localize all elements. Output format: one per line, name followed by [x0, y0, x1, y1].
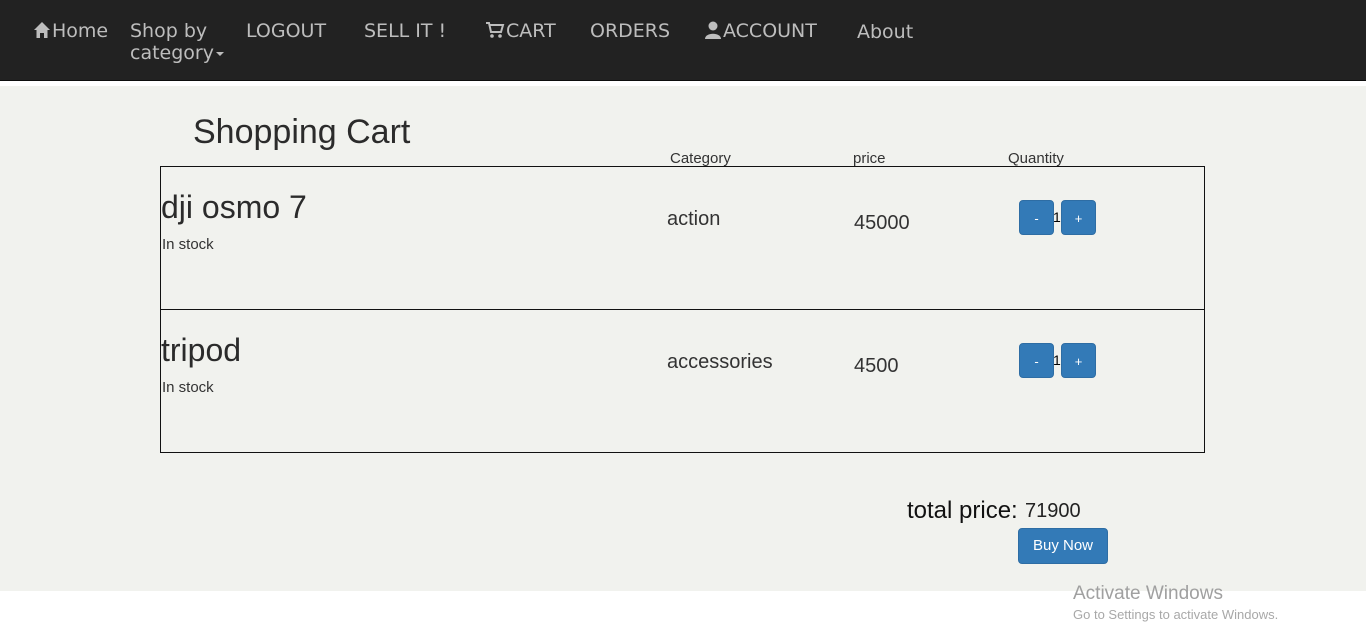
- column-header-category: Category: [670, 150, 731, 167]
- nav-account[interactable]: ACCOUNT: [704, 20, 817, 44]
- increase-quantity-button[interactable]: +: [1061, 200, 1096, 235]
- nav-home[interactable]: Home: [33, 20, 108, 44]
- home-icon: [33, 21, 51, 44]
- item-name: tripod: [161, 332, 242, 368]
- item-stock-status: In stock: [162, 379, 214, 396]
- nav-account-label: ACCOUNT: [723, 20, 817, 42]
- nav-about[interactable]: About: [857, 21, 913, 43]
- column-header-price: price: [853, 150, 886, 167]
- buy-now-button[interactable]: Buy Now: [1018, 528, 1108, 564]
- top-navbar: Home Shop by category LOGOUT SELL IT ! C…: [0, 0, 1366, 81]
- nav-cart[interactable]: CART: [485, 20, 556, 44]
- nav-shop-by-category[interactable]: Shop by category: [130, 20, 224, 64]
- total-price-value: 71900: [1025, 500, 1081, 522]
- nav-sell[interactable]: SELL IT !: [364, 20, 446, 42]
- nav-cart-label: CART: [506, 20, 556, 42]
- item-price: 45000: [854, 212, 910, 234]
- item-name: dji osmo 7: [161, 189, 307, 225]
- nav-logout[interactable]: LOGOUT: [246, 20, 326, 42]
- decrease-quantity-button[interactable]: -: [1019, 343, 1054, 378]
- total-price-label: total price:: [907, 497, 1018, 524]
- nav-shop-label-line1: Shop by: [130, 20, 208, 42]
- column-header-quantity: Quantity: [1008, 150, 1064, 167]
- windows-activation-watermark: Activate Windows: [1073, 583, 1223, 604]
- nav-home-label: Home: [52, 20, 109, 42]
- item-price: 4500: [854, 355, 899, 377]
- item-stock-status: In stock: [162, 236, 214, 253]
- cart-item-row: tripod In stock accessories 4500 - 1 +: [160, 309, 1205, 453]
- nav-orders[interactable]: ORDERS: [590, 20, 670, 42]
- quantity-value: 1: [1053, 352, 1061, 368]
- decrease-quantity-button[interactable]: -: [1019, 200, 1054, 235]
- cart-item-row: dji osmo 7 In stock action 45000 - 1 +: [160, 166, 1205, 310]
- item-category: action: [667, 208, 721, 230]
- user-icon: [704, 21, 722, 44]
- cart-icon: [485, 21, 505, 44]
- nav-shop-label-line2: category: [130, 42, 214, 64]
- quantity-value: 1: [1053, 209, 1061, 225]
- item-category: accessories: [667, 351, 773, 373]
- page-title: Shopping Cart: [193, 113, 411, 151]
- caret-down-icon: [215, 52, 224, 56]
- increase-quantity-button[interactable]: +: [1061, 343, 1096, 378]
